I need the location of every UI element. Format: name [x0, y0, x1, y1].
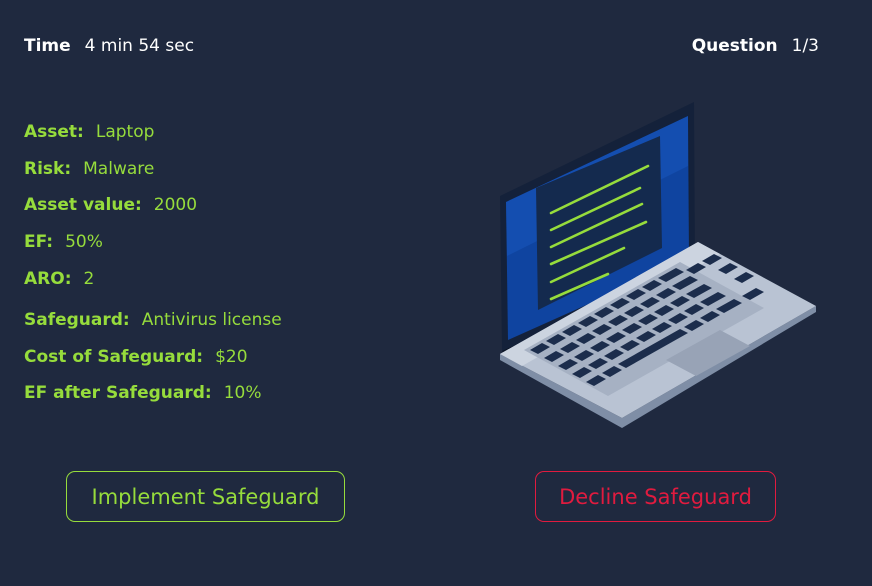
timer: Time 4 min 54 sec — [24, 36, 194, 56]
question-value: 1/3 — [791, 36, 819, 56]
time-value: 4 min 54 sec — [84, 36, 195, 56]
risk-value: Malware — [83, 159, 155, 179]
ef-label: EF: — [24, 232, 54, 252]
asset-row: Asset: Laptop — [24, 122, 154, 142]
ef-value: 50% — [65, 232, 103, 252]
cost-label: Cost of Safeguard: — [24, 347, 204, 367]
implement-safeguard-button[interactable]: Implement Safeguard — [66, 471, 345, 522]
question-counter: Question 1/3 — [692, 36, 819, 56]
safeguard-row: Safeguard: Antivirus license — [24, 310, 282, 330]
asset-value-amount: 2000 — [153, 195, 198, 215]
ef-row: EF: 50% — [24, 232, 103, 252]
aro-value: 2 — [83, 269, 95, 289]
cost-value: $20 — [215, 347, 248, 367]
decline-safeguard-button[interactable]: Decline Safeguard — [535, 471, 776, 522]
status-bar: Time 4 min 54 sec Question 1/3 — [24, 33, 819, 59]
ef-after-label: EF after Safeguard: — [24, 383, 212, 403]
safeguard-value: Antivirus license — [141, 310, 282, 330]
risk-label: Risk: — [24, 159, 72, 179]
ef-after-row: EF after Safeguard: 10% — [24, 383, 262, 403]
safeguard-label: Safeguard: — [24, 310, 130, 330]
aro-row: ARO: 2 — [24, 269, 94, 289]
cost-row: Cost of Safeguard: $20 — [24, 347, 248, 367]
asset-value-row: Asset value: 2000 — [24, 195, 197, 215]
ef-after-value: 10% — [223, 383, 262, 403]
asset-value-label: Asset value: — [24, 195, 142, 215]
question-label: Question — [691, 36, 778, 56]
risk-row: Risk: Malware — [24, 159, 154, 179]
asset-value: Laptop — [95, 122, 155, 142]
laptop-icon — [490, 96, 830, 436]
laptop-illustration — [500, 102, 816, 428]
time-label: Time — [24, 36, 71, 56]
aro-label: ARO: — [24, 269, 72, 289]
asset-label: Asset: — [24, 122, 84, 142]
